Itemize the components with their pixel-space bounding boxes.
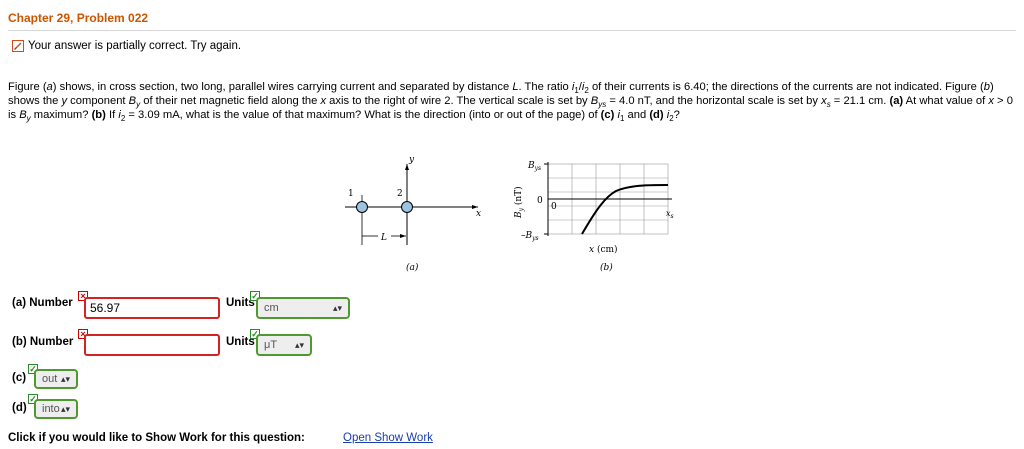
problem-statement: Figure (a) shows, in cross section, two … [8, 80, 1016, 123]
wire-label-2: 2 [397, 189, 403, 199]
tick-label-negBys: –Bys [521, 231, 539, 242]
answer-d-select[interactable]: into ▴▾ [34, 399, 78, 419]
problem-text-segment: . The ratio [518, 81, 572, 93]
problem-text-segment: ) shows, in cross section, two long, par… [52, 81, 513, 93]
answer-a-units-select[interactable]: cm ▴▾ [256, 297, 350, 319]
problem-text-segment: Figure ( [8, 81, 47, 93]
axis-label-By: By (nT) [513, 186, 525, 219]
answer-b-units-value: μT [264, 339, 278, 351]
tick-label-Bys: Bys [527, 161, 541, 172]
answer-b-label: (b) Number [12, 336, 74, 348]
select-arrows-icon: ▴▾ [60, 373, 70, 384]
pencil-icon [12, 40, 24, 52]
answer-b-number-input[interactable] [84, 334, 220, 356]
problem-text-segment: = 3.09 mA, what is the value of that max… [125, 109, 601, 121]
answer-a-label: (a) Number [12, 297, 73, 309]
problem-text-segment: B [19, 109, 27, 121]
select-arrows-icon: ▴▾ [294, 339, 304, 350]
tick-label-zero-x: 0 [551, 202, 557, 212]
problem-text-segment: ? [673, 109, 680, 121]
distance-label: L [380, 233, 387, 243]
axis-label-x-cm: x (cm) [589, 244, 618, 255]
problem-text-segment: component [67, 95, 129, 107]
figure-a-caption: (a) [406, 262, 419, 273]
problem-text-segment: axis to the right of wire 2. The vertica… [326, 95, 591, 107]
axis-label-x: x [476, 209, 481, 219]
problem-text-segment: (c) [600, 109, 615, 121]
problem-figure: y x 1 2 L (a) Bys –Bys 0 0 xs By (nT) x … [345, 155, 674, 273]
select-arrows-icon: ▴▾ [60, 403, 70, 414]
tick-label-zero-y: 0 [537, 196, 543, 206]
axis-label-y: y [408, 155, 415, 165]
figure-b-caption: (b) [600, 262, 613, 273]
answer-b-units-select[interactable]: μT ▴▾ [256, 334, 312, 356]
problem-text-segment: and [624, 109, 650, 121]
answer-c-select[interactable]: out ▴▾ [34, 369, 78, 389]
answer-c-value: out [42, 373, 58, 385]
answer-a-number-input[interactable]: 56.97 [84, 297, 220, 319]
problem-text-segment: = 21.1 cm. [830, 95, 890, 107]
problem-text-segment: (d) [649, 109, 664, 121]
status-text: Your answer is partially correct. Try ag… [28, 40, 242, 52]
wire-label-1: 1 [348, 189, 354, 199]
problem-text-segment: of their net magnetic field along the [140, 95, 321, 107]
select-arrows-icon: ▴▾ [332, 302, 342, 313]
open-show-work-link[interactable]: Open Show Work [343, 432, 433, 444]
wire-2 [401, 201, 413, 213]
problem-text-segment: of their currents is 6.40; the direction… [588, 81, 984, 93]
show-work-prompt: Click if you would like to Show Work for… [8, 432, 305, 444]
problem-text-segment: B [128, 95, 137, 107]
answer-c-label: (c) [12, 372, 27, 384]
divider [8, 30, 1016, 31]
figure-a: y x 1 2 L (a) [345, 155, 481, 273]
problem-text-segment: If [105, 109, 119, 121]
problem-text-segment: (a) [889, 95, 904, 107]
field-curve [581, 184, 669, 235]
wire-1 [356, 201, 368, 213]
tick-label-xs: xs [666, 209, 674, 220]
answer-d-value: into [42, 403, 60, 415]
answer-d-label: (d) [12, 402, 27, 414]
problem-text-segment: At what value of [903, 95, 989, 107]
problem-text-segment: (b) [91, 109, 106, 121]
problem-text-segment: = 4.0 nT, and the horizontal scale is se… [606, 95, 822, 107]
page-title: Chapter 29, Problem 022 [8, 11, 149, 25]
answer-a-units-value: cm [264, 302, 279, 314]
figure-b: Bys –Bys 0 0 xs By (nT) x (cm) (b) [513, 161, 674, 273]
problem-text-segment: maximum? [30, 109, 92, 121]
status-message: Your answer is partially correct. Try ag… [12, 40, 241, 52]
